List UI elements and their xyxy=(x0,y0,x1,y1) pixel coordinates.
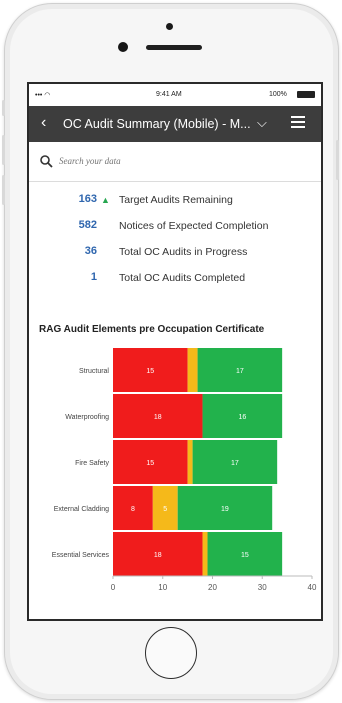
chart-title: RAG Audit Elements pre Occupation Certif… xyxy=(39,324,265,335)
data-label: 15 xyxy=(146,368,154,375)
kpi-label: Notices of Expected Completion xyxy=(119,220,269,232)
bar-segment[interactable] xyxy=(187,440,193,484)
category-label: Structural xyxy=(79,368,109,375)
x-tick-label: 30 xyxy=(258,583,267,592)
camera-lens xyxy=(118,42,128,52)
data-label: 18 xyxy=(154,414,162,421)
data-label: 8 xyxy=(131,506,135,513)
trend-up-icon: ▲ xyxy=(101,195,110,205)
kpi-value: 163 xyxy=(78,193,97,205)
x-tick-label: 10 xyxy=(158,583,167,592)
hamburger-menu-icon[interactable] xyxy=(291,116,305,128)
kpi-value: 36 xyxy=(84,245,97,257)
category-label: Waterproofing xyxy=(65,414,109,421)
category-label: Fire Safety xyxy=(75,460,109,467)
x-tick-label: 20 xyxy=(208,583,217,592)
data-label: 17 xyxy=(231,460,239,467)
app-header: ‹ OC Audit Summary (Mobile) - M... ⌵ xyxy=(29,106,321,142)
back-chevron-icon[interactable]: ‹ xyxy=(41,114,46,132)
data-label: 17 xyxy=(236,368,244,375)
battery-icon xyxy=(297,91,315,98)
x-tick-label: 0 xyxy=(111,583,116,592)
rag-stacked-bar-chart: Structural 15 17 Waterproofing 18 16 Fire Safe… xyxy=(52,348,317,592)
power-button xyxy=(336,140,339,180)
search-bar xyxy=(29,142,321,182)
kpi-completed[interactable]: 1 Total OC Audits Completed xyxy=(29,267,321,287)
status-time: 9:41 AM xyxy=(156,91,182,98)
data-label: 5 xyxy=(163,506,167,513)
status-bar: ••• ◠ 9:41 AM 100% xyxy=(29,84,321,106)
x-tick-label: 40 xyxy=(308,583,317,592)
earpiece-speaker xyxy=(146,45,202,50)
front-camera xyxy=(166,23,173,30)
volume-up-button xyxy=(2,135,5,165)
volume-down-button xyxy=(2,175,5,205)
kpi-notices[interactable]: 582 Notices of Expected Completion xyxy=(29,215,321,235)
kpi-label: Total OC Audits in Progress xyxy=(119,246,248,258)
chevron-down-icon[interactable]: ⌵ xyxy=(257,115,267,131)
mute-switch xyxy=(2,100,5,116)
category-label: External Cladding xyxy=(54,506,109,513)
data-label: 15 xyxy=(241,552,249,559)
kpi-value: 582 xyxy=(78,219,97,231)
app-screen: ••• ◠ 9:41 AM 100% ‹ OC Audit Summary (M… xyxy=(27,82,323,621)
data-label: 19 xyxy=(221,506,229,513)
data-label: 16 xyxy=(238,414,246,421)
category-label: Essential Services xyxy=(52,552,110,559)
kpi-label: Target Audits Remaining xyxy=(119,194,233,206)
kpi-in-progress[interactable]: 36 Total OC Audits in Progress xyxy=(29,241,321,261)
signal-indicator: ••• ◠ xyxy=(35,92,51,99)
kpi-target-audits[interactable]: 163 ▲ Target Audits Remaining xyxy=(29,189,321,209)
kpi-label: Total OC Audits Completed xyxy=(119,272,246,284)
bar-segment[interactable] xyxy=(202,532,208,576)
page-title[interactable]: OC Audit Summary (Mobile) - M... xyxy=(63,117,251,131)
kpi-value: 1 xyxy=(90,271,97,283)
bar-segment[interactable] xyxy=(187,348,198,392)
home-button[interactable] xyxy=(145,627,197,679)
battery-percent: 100% xyxy=(269,91,287,98)
search-icon xyxy=(40,155,53,168)
data-label: 18 xyxy=(154,552,162,559)
search-input[interactable] xyxy=(59,153,259,169)
data-label: 15 xyxy=(146,460,154,467)
